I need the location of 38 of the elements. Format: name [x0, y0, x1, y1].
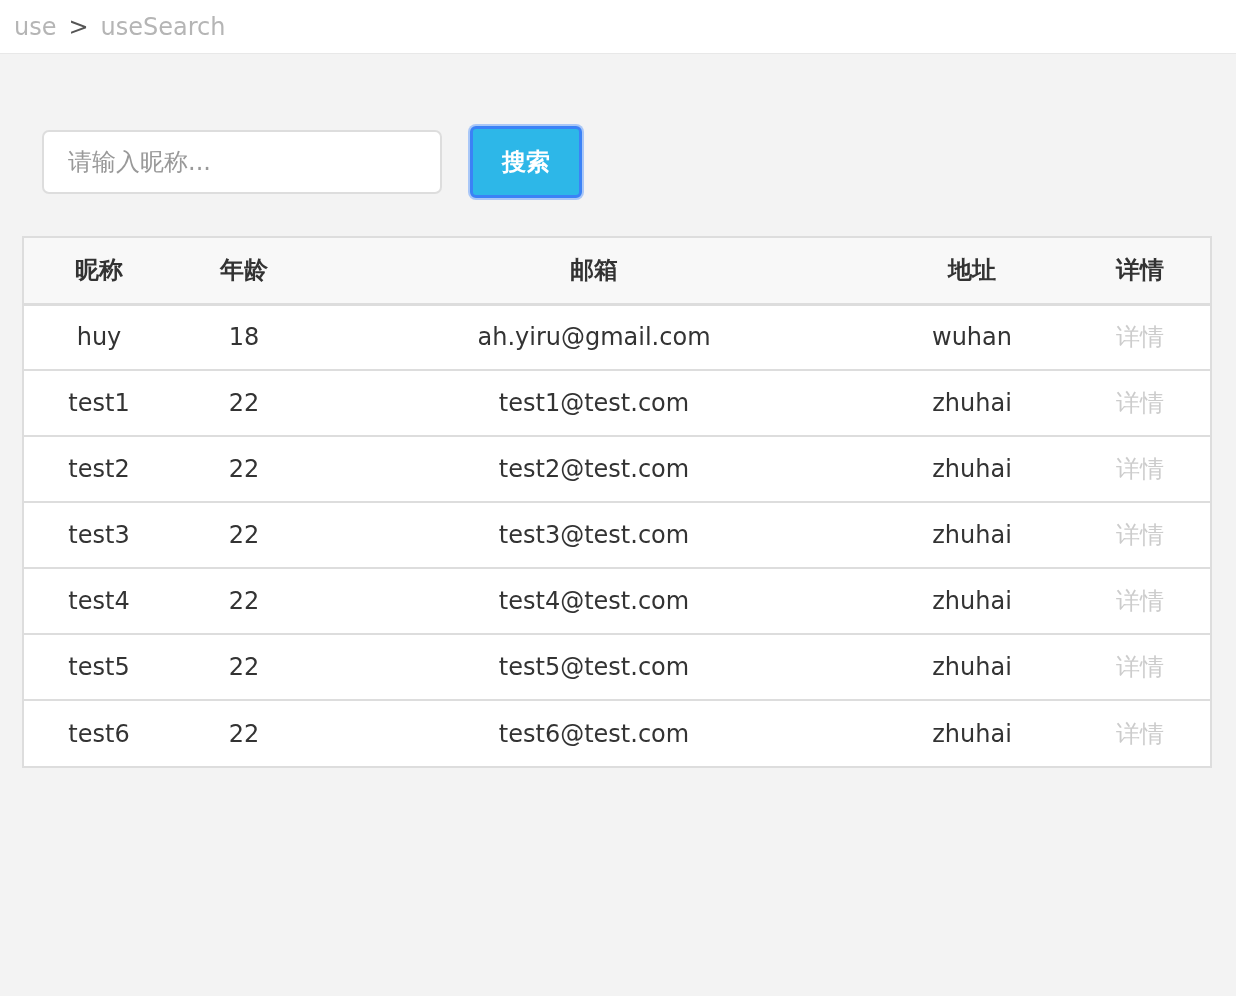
table-cell: test4 — [24, 568, 174, 634]
table-cell: test6 — [24, 700, 174, 766]
table-cell: zhuhai — [874, 700, 1070, 766]
table-cell: test1 — [24, 370, 174, 436]
breadcrumb-separator: > — [68, 11, 89, 43]
table-cell: zhuhai — [874, 502, 1070, 568]
table-cell: wuhan — [874, 304, 1070, 370]
table-cell: test3 — [24, 502, 174, 568]
table-cell: 22 — [174, 568, 314, 634]
table-cell: 22 — [174, 502, 314, 568]
column-header: 详情 — [1070, 238, 1210, 304]
table-cell: 22 — [174, 700, 314, 766]
search-field[interactable]: 请输入昵称... — [42, 130, 442, 194]
table-cell: zhuhai — [874, 370, 1070, 436]
breadcrumb-item[interactable]: use — [14, 8, 57, 45]
table-cell: test6@test.com — [314, 700, 874, 766]
table-cell: 18 — [174, 304, 314, 370]
table-cell: 22 — [174, 634, 314, 700]
breadcrumb-item[interactable]: useSearch — [100, 8, 226, 45]
column-header: 昵称 — [24, 238, 174, 304]
table-cell: test3@test.com — [314, 502, 874, 568]
table-cell: 22 — [174, 370, 314, 436]
table-cell: test1@test.com — [314, 370, 874, 436]
column-header: 年龄 — [174, 238, 314, 304]
table-cell: zhuhai — [874, 634, 1070, 700]
column-header: 邮箱 — [314, 238, 874, 304]
table-cell: zhuhai — [874, 436, 1070, 502]
search-button[interactable]: 搜索 — [470, 126, 582, 198]
table-cell: ah.yiru@gmail.com — [314, 304, 874, 370]
column-header: 地址 — [874, 238, 1070, 304]
table-cell: zhuhai — [874, 568, 1070, 634]
table-cell: test2 — [24, 436, 174, 502]
table-cell: test4@test.com — [314, 568, 874, 634]
table-cell: test5@test.com — [314, 634, 874, 700]
table-cell: test5 — [24, 634, 174, 700]
table-cell: 22 — [174, 436, 314, 502]
table-cell: test2@test.com — [314, 436, 874, 502]
table-cell: huy — [24, 304, 174, 370]
